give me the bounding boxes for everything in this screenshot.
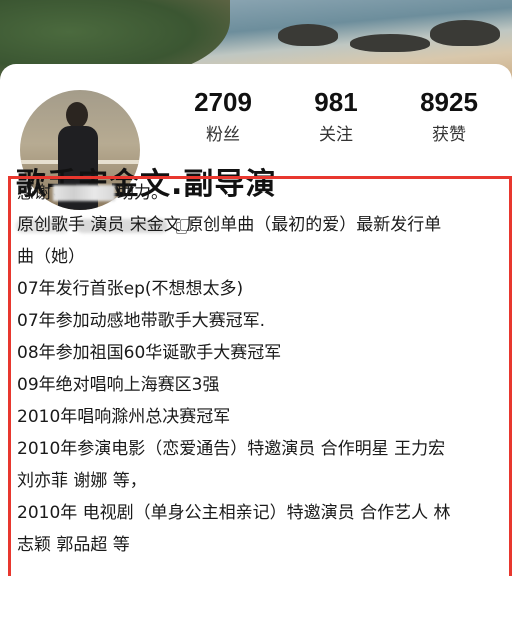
stat-value: 981 [314,87,358,117]
cover-rock [430,20,500,46]
bio-text: 助力。 [117,183,168,203]
cover-rock [350,34,430,52]
bio-line: 曲（她） [17,247,85,267]
cover-rock [278,24,338,46]
bio-mosaic [53,185,115,201]
stat-fans[interactable]: 2709 粉丝 [168,86,278,156]
stat-value: 2709 [194,87,252,117]
avatar-person-head [66,102,88,128]
bio-line: 09年绝对唱响上海赛区3强 [17,375,220,395]
stat-label: 获赞 [432,125,466,145]
bio-line: 07年发行首张ep(不想想太多) [17,279,244,299]
bio-text: 感谢 [17,183,51,203]
bio-highlight-box: 感谢 助力。 原创歌手 演员 宋金文 原创单曲（最初的爱）最新发行单 曲（她） … [8,176,512,576]
stat-value: 8925 [420,87,478,117]
stat-label: 粉丝 [206,125,240,145]
bio-line: 2010年 电视剧（单身公主相亲记）特邀演员 合作艺人 林 [17,503,451,523]
stat-likes[interactable]: 8925 获赞 [394,86,504,156]
stat-following[interactable]: 981 关注 [281,86,391,156]
bio-line: 原创歌手 演员 宋金文 原创单曲（最初的爱）最新发行单 [17,215,442,235]
bio-line: 07年参加动感地带歌手大赛冠军. [17,311,266,331]
bio-line: 志颖 郭品超 等 [17,535,130,555]
bio-line: 感谢 助力。 [17,181,504,205]
bio-line: 08年参加祖国60华诞歌手大赛冠军 [17,343,282,363]
bio-line: 刘亦菲 谢娜 等， [17,471,147,491]
bio-line: 2010年参演电影（恋爱通告）特邀演员 合作明星 王力宏 [17,439,446,459]
stats-row: 2709 粉丝 981 关注 8925 获赞 [168,86,504,156]
bio-line: 2010年唱响滁州总决赛冠军 [17,407,231,427]
stat-label: 关注 [319,125,353,145]
